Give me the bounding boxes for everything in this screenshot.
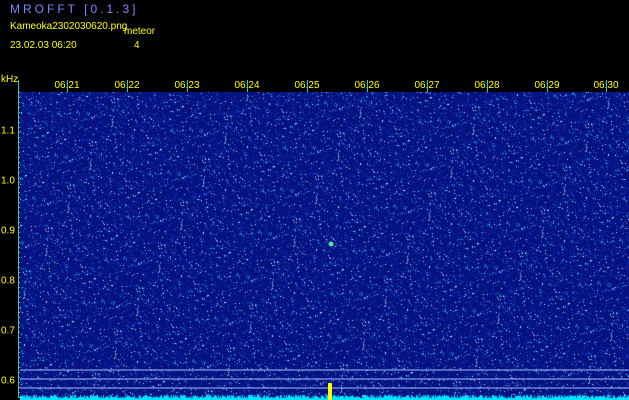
frequency-tick-label: 1.0	[1, 175, 15, 187]
time-tick-mark	[487, 80, 488, 92]
capture-datetime: 23.02.03 06:20	[10, 40, 77, 51]
spectrogram-overlay	[20, 241, 629, 400]
frequency-tick-label: 0.7	[1, 325, 15, 337]
frequency-tick-label: 1.1	[1, 125, 15, 137]
meteor-echo-marker	[328, 383, 332, 400]
time-tick-mark	[427, 80, 428, 92]
time-tick-mark	[367, 80, 368, 92]
frequency-tick-label: 0.6	[1, 375, 15, 387]
time-tick-mark	[307, 80, 308, 92]
time-tick-mark	[127, 80, 128, 92]
time-tick-mark	[547, 80, 548, 92]
time-tick-mark	[247, 80, 248, 92]
app-title: MROFFT [0.1.3]	[10, 2, 139, 16]
frequency-tick-label: 0.8	[1, 275, 15, 287]
time-tick-mark	[606, 80, 607, 92]
frequency-unit-label: kHz	[1, 74, 19, 85]
meteor-head-echo	[328, 241, 334, 247]
meteor-count: 4	[134, 40, 140, 51]
frequency-tick-label: 0.9	[1, 225, 15, 237]
time-tick-mark	[67, 80, 68, 92]
meteor-label: meteor	[124, 26, 156, 37]
time-tick-mark	[187, 80, 188, 92]
file-name: Kameoka2302030620.png	[10, 21, 128, 32]
